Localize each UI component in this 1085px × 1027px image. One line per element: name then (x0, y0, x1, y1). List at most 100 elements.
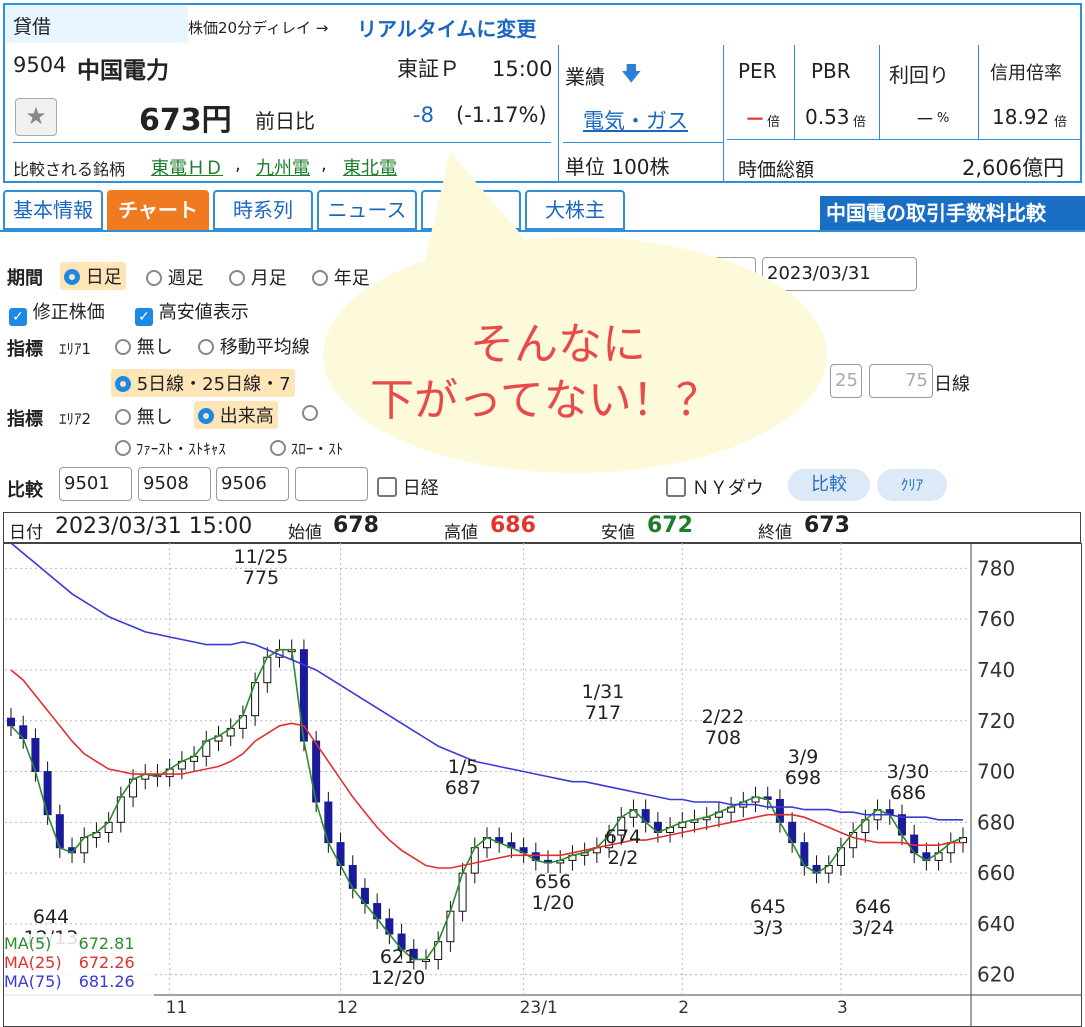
adjusted-price-checkbox[interactable]: ✓ 修正株価 (9, 298, 105, 326)
x-tick-label: 23/1 (520, 998, 558, 1018)
area2-volume[interactable]: 出来高 (194, 401, 278, 429)
stock-name: 中国電力 (77, 58, 169, 84)
radio-icon (115, 409, 131, 425)
checkbox-icon (377, 477, 397, 497)
radio-icon (115, 376, 131, 392)
sector-link[interactable]: 電気・ガス (583, 105, 688, 135)
y-tick-label: 620 (977, 963, 1015, 987)
area1-none[interactable]: 無し (115, 333, 173, 359)
pbr-value: 0.53 (805, 105, 850, 129)
fast-stochastics[interactable]: ﾌｧｰｽﾄ・ｽﾄｷｬｽ (115, 438, 226, 459)
compare-code-3[interactable]: 9506 (216, 467, 289, 501)
area1-ma[interactable]: 移動平均線 (198, 333, 310, 359)
x-tick-label: 2 (678, 998, 689, 1018)
annotation-value: 644 (33, 906, 69, 928)
period-weekly[interactable]: 週足 (146, 264, 204, 290)
annotation-date: 3/9 (788, 746, 819, 768)
annotation-date: 1/5 (448, 756, 479, 778)
radio-icon (198, 339, 214, 355)
compare-label: 比較 (7, 480, 43, 501)
price-change-pct: (-1.17%) (456, 103, 547, 127)
x-tick-label: 11 (166, 998, 188, 1018)
ma-5-25-75-option[interactable]: 5日線・25日線・7 (111, 369, 295, 397)
low-value: 672 (647, 513, 693, 538)
current-price: 673円 (139, 103, 232, 138)
annotation-date: 12/20 (371, 967, 426, 989)
check-icon: ✓ (135, 308, 153, 326)
period-monthly[interactable]: 月足 (229, 264, 287, 290)
y-tick-label: 760 (977, 607, 1015, 631)
credit-ratio-header: 信用倍率 (990, 63, 1062, 84)
high-value: 686 (490, 513, 536, 538)
annotation-value: 656 (535, 871, 571, 893)
annotation-value: 687 (445, 777, 481, 799)
stock-code: 9504 (13, 53, 67, 77)
per-value: － (745, 107, 765, 131)
y-tick-label: 640 (977, 912, 1015, 936)
highlow-checkbox[interactable]: ✓ 高安値表示 (135, 298, 249, 326)
legend-ma75: MA(75) 681.26 (4, 972, 135, 991)
divider (794, 45, 795, 139)
radio-icon (229, 270, 245, 286)
annotation-value: 717 (585, 702, 621, 724)
yield-unit: % (937, 111, 950, 126)
radio-icon (270, 440, 286, 456)
low-label: 安値 (601, 523, 635, 543)
period-daily[interactable]: 日足 (60, 262, 126, 290)
indicator-label-1: 指標 (7, 339, 43, 360)
clear-button[interactable]: ｸﾘｱ (877, 469, 947, 501)
tab-timeseries[interactable]: 時系列 (213, 190, 313, 230)
high-label: 高値 (444, 523, 478, 543)
results-label[interactable]: 業績 (565, 61, 605, 90)
legend-ma5: MA(5) 672.81 (4, 934, 135, 953)
compare-label: 比較される銘柄 (13, 160, 126, 179)
y-tick-label: 720 (977, 709, 1015, 733)
radio-icon (146, 270, 162, 286)
compare-code-2[interactable]: 9508 (138, 467, 211, 501)
radio-icon (115, 440, 131, 456)
ma-legend: MA(5) 672.81 MA(25) 672.26 MA(75) 681.26 (4, 934, 154, 1008)
price-change: -8 (413, 103, 434, 127)
compare-code-1[interactable]: 9501 (59, 467, 132, 501)
arrow-down-icon: 🡇 (621, 61, 642, 85)
annotation-date: 3/3 (753, 917, 784, 939)
tab-chart[interactable]: チャート (107, 190, 209, 230)
radio-icon (64, 269, 80, 285)
favorite-star-icon[interactable]: ★ (15, 98, 57, 136)
price-chart[interactable]: 780 760 740 720 700 680 660 640 620 11 12 23/1 2 3 11/… (3, 543, 1082, 1027)
annotation-date: 1/20 (532, 892, 575, 914)
x-tick-label: 3 (837, 998, 848, 1018)
area2-none[interactable]: 無し (115, 403, 173, 429)
realtime-link[interactable]: リアルタイムに変更 (357, 13, 536, 42)
date-label: 日付 (9, 523, 43, 543)
annotation-date: 3/30 (887, 761, 930, 783)
radio-icon (198, 408, 214, 424)
ma-input-75[interactable]: 75 (869, 364, 933, 398)
y-tick-label: 740 (977, 658, 1015, 682)
bubble-text-line1: そんなに (470, 319, 646, 370)
annotation-value: 698 (785, 767, 821, 789)
fee-compare-banner[interactable]: 中国電の取引手数料比較 (820, 196, 1085, 230)
open-value: 678 (333, 513, 379, 538)
compare-link-2[interactable]: 九州電 (256, 154, 310, 180)
area1-label: ｴﾘｱ1 (59, 340, 92, 358)
y-tick-label: 700 (977, 760, 1015, 784)
radio-icon (302, 405, 318, 421)
delay-note: 株価20分ディレイ → (188, 19, 329, 37)
mcap-value: 2,606億円 (962, 156, 1065, 180)
close-value: 673 (804, 513, 850, 538)
annotation-date: 2/22 (702, 706, 745, 728)
pbr-header: PBR (811, 59, 851, 83)
annotation-value: 775 (243, 567, 279, 589)
annotation-value: 621 (380, 946, 416, 968)
tab-basic-info[interactable]: 基本情報 (3, 190, 103, 230)
period-label: 期間 (7, 268, 43, 289)
per-unit: 倍 (767, 115, 781, 130)
divider (978, 45, 979, 139)
annotation-value: 646 (855, 896, 891, 918)
lending-label: 貸借 (13, 16, 52, 38)
compare-link-1[interactable]: 東電ＨＤ (151, 154, 223, 180)
open-label: 始値 (288, 523, 322, 543)
area2-other[interactable] (302, 403, 318, 424)
credit-ratio-unit: 倍 (1054, 115, 1068, 130)
